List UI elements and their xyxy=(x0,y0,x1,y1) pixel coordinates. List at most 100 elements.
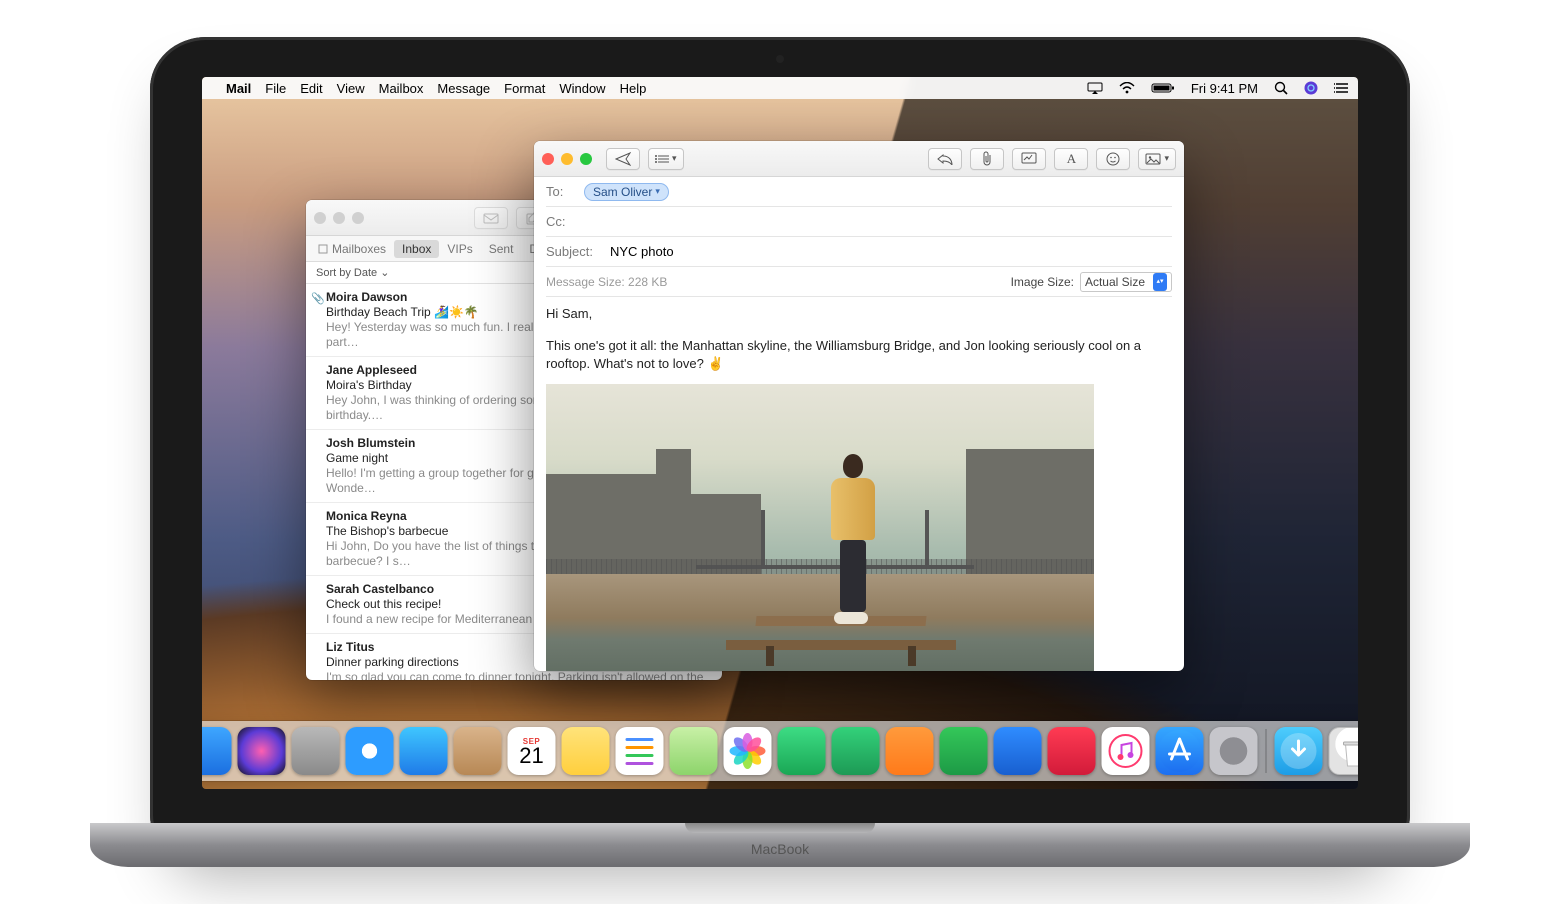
dock-app-photos[interactable] xyxy=(724,727,772,775)
emoji-button[interactable] xyxy=(1096,148,1130,170)
dock-app-books[interactable] xyxy=(886,727,934,775)
subject-input[interactable] xyxy=(610,244,1172,259)
message-sender: Liz Titus xyxy=(326,640,374,654)
dock-app-keynote[interactable] xyxy=(994,727,1042,775)
filter-inbox[interactable]: Inbox xyxy=(394,240,439,258)
person-in-photo xyxy=(826,454,880,624)
filter-mailboxes[interactable]: Mailboxes xyxy=(310,240,394,258)
message-sender: Josh Blumstein xyxy=(326,436,415,450)
message-sender: Sarah Castelbanco xyxy=(326,582,434,596)
inbox-traffic-lights xyxy=(314,212,364,224)
menu-mailbox[interactable]: Mailbox xyxy=(379,81,424,96)
dock-separator xyxy=(1266,729,1267,773)
dock-app-music[interactable] xyxy=(1102,727,1150,775)
message-size: Message Size: 228 KB xyxy=(546,275,667,289)
attach-button[interactable] xyxy=(970,148,1004,170)
get-mail-button[interactable] xyxy=(474,207,508,229)
menu-bar-right: Fri 9:41 PM xyxy=(1087,77,1348,99)
dock: SEP21 xyxy=(202,721,1358,781)
notification-center-icon[interactable] xyxy=(1334,82,1348,94)
dock-app-notes[interactable] xyxy=(562,727,610,775)
minimize-button[interactable] xyxy=(561,153,573,165)
chevron-down-icon: ▾ xyxy=(672,153,677,164)
dock-app-appstore[interactable] xyxy=(1156,727,1204,775)
dock-app-launchpad[interactable] xyxy=(292,727,340,775)
dock-app-contacts[interactable] xyxy=(454,727,502,775)
subject-field[interactable]: Subject: xyxy=(546,237,1172,267)
cc-field[interactable]: Cc: xyxy=(546,207,1172,237)
battery-icon[interactable] xyxy=(1151,82,1175,94)
markup-button[interactable] xyxy=(1012,148,1046,170)
minimize-button[interactable] xyxy=(333,212,345,224)
dock-app-mail[interactable] xyxy=(400,727,448,775)
size-bar: Message Size: 228 KB Image Size: Actual … xyxy=(546,267,1172,297)
menu-window[interactable]: Window xyxy=(559,81,605,96)
dock-app-messages[interactable] xyxy=(778,727,826,775)
dock-app-finder[interactable] xyxy=(202,727,232,775)
menu-bar-left: Mail File Edit View Mailbox Message Form… xyxy=(212,77,646,99)
menu-clock[interactable]: Fri 9:41 PM xyxy=(1191,81,1258,96)
close-button[interactable] xyxy=(542,153,554,165)
compose-traffic-lights xyxy=(542,153,592,165)
stepper-arrows-icon: ▴▾ xyxy=(1153,273,1167,291)
reply-button[interactable] xyxy=(928,148,962,170)
dock-app-safari[interactable] xyxy=(346,727,394,775)
photo-browser-button[interactable]: ▾ xyxy=(1138,148,1176,170)
to-field[interactable]: To: Sam Oliver▾ xyxy=(546,177,1172,207)
dock-app-maps[interactable] xyxy=(670,727,718,775)
menu-help[interactable]: Help xyxy=(620,81,647,96)
airplay-icon[interactable] xyxy=(1087,82,1103,94)
filter-sent[interactable]: Sent xyxy=(481,240,522,258)
dock-app-siri[interactable] xyxy=(238,727,286,775)
menu-view[interactable]: View xyxy=(337,81,365,96)
chevron-down-icon: ⌄ xyxy=(380,267,389,279)
to-label: To: xyxy=(546,184,576,199)
message-body[interactable]: Hi Sam, This one's got it all: the Manha… xyxy=(534,297,1184,671)
compose-titlebar[interactable]: ▾ A ▾ xyxy=(534,141,1184,177)
cc-input[interactable] xyxy=(584,214,1172,229)
laptop-brand: MacBook xyxy=(751,841,809,857)
send-button[interactable] xyxy=(606,148,640,170)
sort-label[interactable]: Sort by Date ⌄ xyxy=(316,266,389,279)
cc-label: Cc: xyxy=(546,214,576,229)
wifi-icon[interactable] xyxy=(1119,82,1135,94)
dock-trash[interactable] xyxy=(1329,727,1359,775)
menu-app-name[interactable]: Mail xyxy=(226,81,251,96)
menu-format[interactable]: Format xyxy=(504,81,545,96)
header-fields-button[interactable]: ▾ xyxy=(648,148,684,170)
dock-app-news[interactable] xyxy=(1048,727,1096,775)
message-sender: Moira Dawson xyxy=(326,290,407,304)
subject-label: Subject: xyxy=(546,244,602,259)
message-sender: Jane Appleseed xyxy=(326,363,417,377)
dock-downloads[interactable] xyxy=(1275,727,1323,775)
dock-app-reminders[interactable] xyxy=(616,727,664,775)
format-button[interactable]: A xyxy=(1054,148,1088,170)
camera-dot xyxy=(776,55,784,63)
menu-bar: Mail File Edit View Mailbox Message Form… xyxy=(202,77,1358,99)
compose-window[interactable]: ▾ A ▾ To: Sam Oliver▾ Cc: xyxy=(534,141,1184,671)
zoom-button[interactable] xyxy=(352,212,364,224)
calendar-day: 21 xyxy=(519,746,543,766)
header-fields: To: Sam Oliver▾ Cc: Subject: Message Siz… xyxy=(534,177,1184,297)
menu-edit[interactable]: Edit xyxy=(300,81,322,96)
menu-message[interactable]: Message xyxy=(437,81,490,96)
body-greeting: Hi Sam, xyxy=(546,305,1172,323)
siri-icon[interactable] xyxy=(1304,81,1318,95)
laptop-hinge: MacBook xyxy=(90,823,1470,867)
zoom-button[interactable] xyxy=(580,153,592,165)
body-paragraph: This one's got it all: the Manhattan sky… xyxy=(546,337,1172,373)
dock-app-settings[interactable] xyxy=(1210,727,1258,775)
dock-app-facetime[interactable] xyxy=(832,727,880,775)
message-sender: Monica Reyna xyxy=(326,509,407,523)
close-button[interactable] xyxy=(314,212,326,224)
recipient-token[interactable]: Sam Oliver▾ xyxy=(584,183,669,201)
image-size-select[interactable]: Actual Size ▴▾ xyxy=(1080,272,1172,292)
screen: Mail File Edit View Mailbox Message Form… xyxy=(202,77,1358,789)
dock-app-numbers[interactable] xyxy=(940,727,988,775)
filter-vips[interactable]: VIPs xyxy=(439,240,480,258)
attachment-icon: 📎 xyxy=(311,292,325,305)
spotlight-icon[interactable] xyxy=(1274,81,1288,95)
menu-file[interactable]: File xyxy=(265,81,286,96)
attached-photo[interactable] xyxy=(546,384,1094,671)
dock-app-calendar[interactable]: SEP21 xyxy=(508,727,556,775)
